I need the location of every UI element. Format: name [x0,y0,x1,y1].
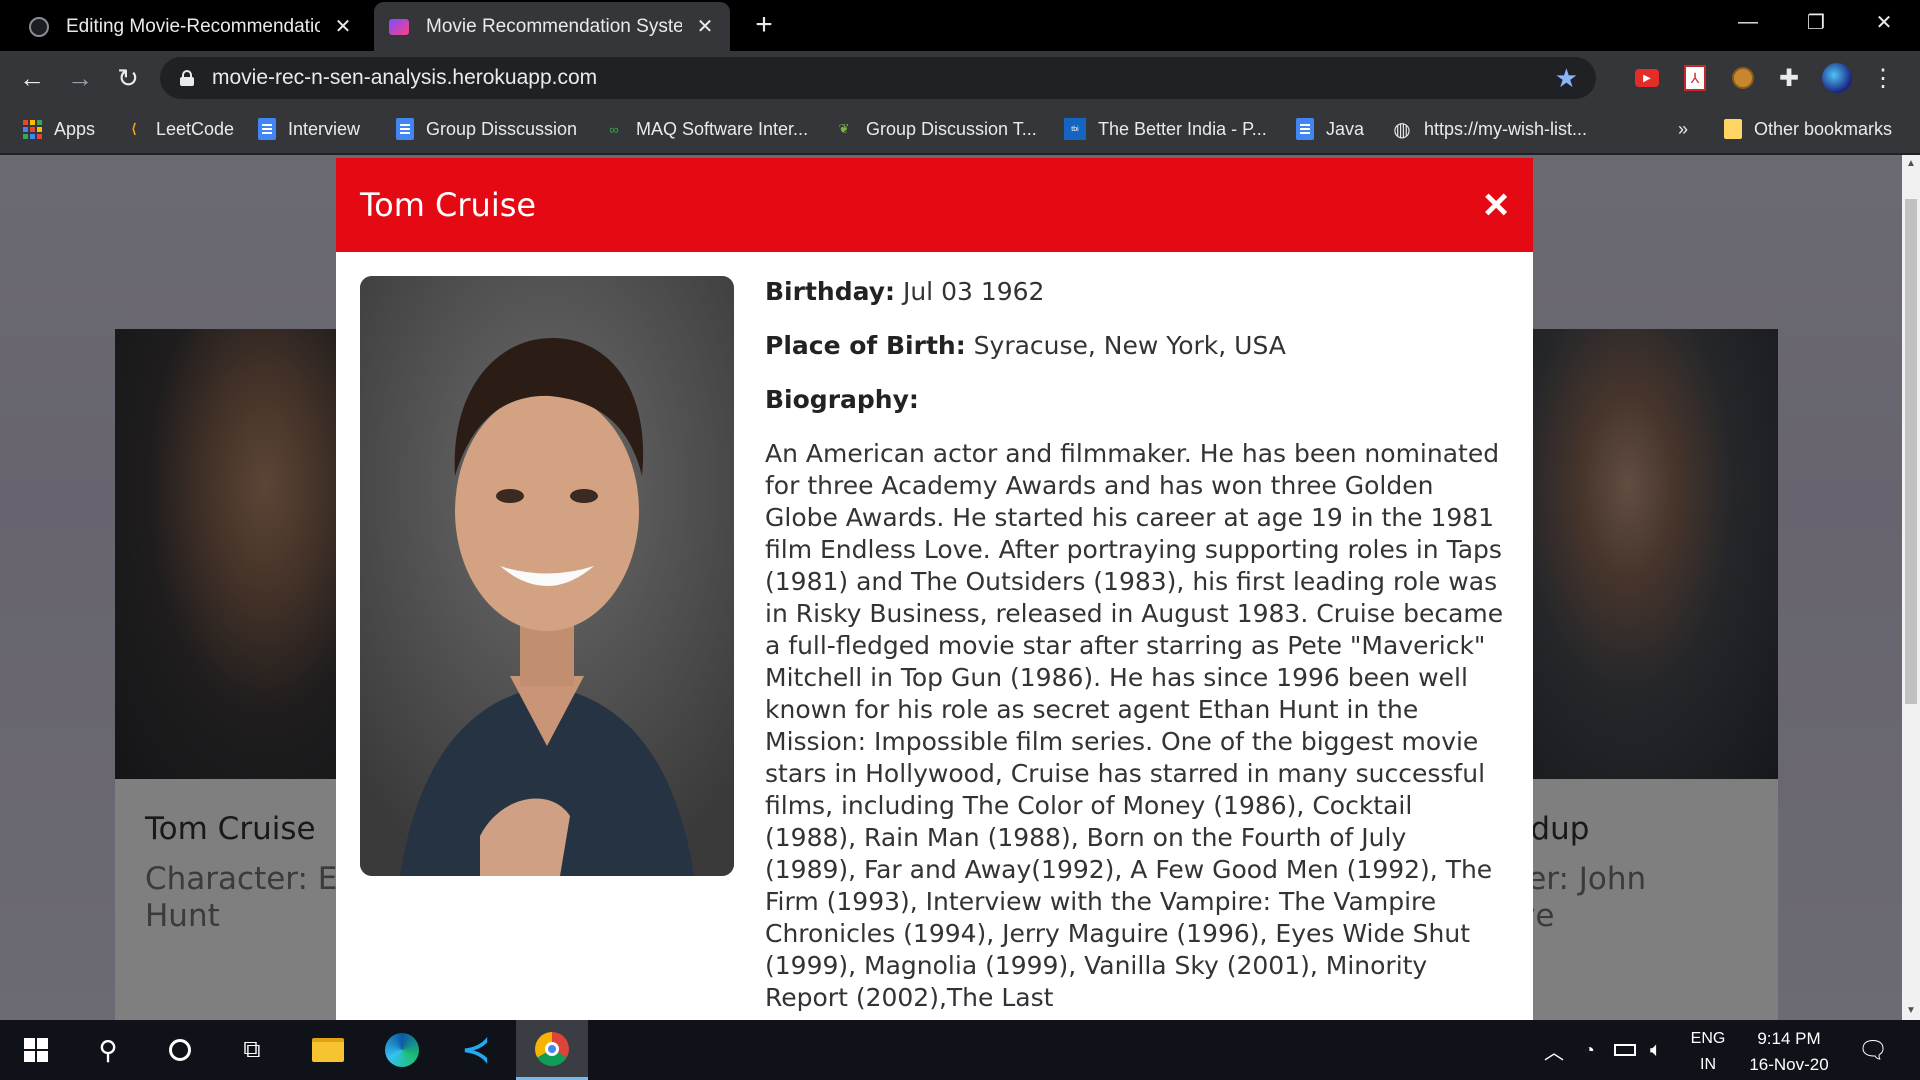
bookmark-wish-list[interactable]: ◍ https://my-wish-list... [1392,104,1587,154]
bookmark-label: The Better India - P... [1098,118,1267,139]
docs-icon [396,118,414,140]
birthplace-label: Place of Birth: [765,331,966,360]
github-icon [28,16,50,38]
search-icon[interactable]: ⚲ [72,1020,144,1080]
bookmark-label: Apps [54,118,96,139]
tab-editing-repo[interactable]: Editing Movie-Recommendation ✕ [14,2,368,51]
bookmark-maq-software[interactable]: ∞ MAQ Software Inter... [604,104,808,154]
close-icon[interactable]: × [1483,183,1509,227]
tab-title: Movie Recommendation System [426,15,682,37]
birthplace-row: Place of Birth: Syracuse, New York, USA [765,330,1505,362]
tab-movie-recommendation[interactable]: Movie Recommendation System ✕ [374,2,730,51]
docs-icon [1296,118,1314,140]
scroll-up-arrow[interactable]: ▲ [1902,155,1920,173]
bookmark-interview[interactable]: Interview [258,104,360,154]
leaf-icon: ❦ [838,121,850,136]
leetcode-icon: ⟨ [131,121,137,136]
show-hidden-icons-chevron-icon[interactable]: ︿ [1544,1020,1564,1080]
youtube-extension-icon[interactable]: ▶ [1632,63,1662,93]
forward-button[interactable]: → [62,60,98,96]
docs-icon [258,118,276,140]
close-tab-icon[interactable]: ✕ [694,14,716,39]
biography-heading: Biography: [765,384,1505,416]
address-bar[interactable]: movie-rec-n-sen-analysis.herokuapp.com ★ [160,57,1596,99]
bookmark-label: Other bookmarks [1754,118,1893,139]
bookmark-label: LeetCode [156,118,235,139]
birthday-row: Birthday: Jul 03 1962 [765,276,1505,308]
birthplace-value: Syracuse, New York, USA [973,331,1286,360]
url-text[interactable]: movie-rec-n-sen-analysis.herokuapp.com [212,66,597,90]
scroll-down-arrow[interactable]: ▼ [1902,1002,1920,1020]
bookmarks-bar: Apps ⟨ LeetCode Interview Group Disscuss… [0,104,1920,154]
better-india-icon: tbi [1064,118,1086,140]
battery-icon[interactable] [1614,1020,1636,1080]
close-window-button[interactable]: ✕ [1854,0,1914,44]
bookmark-label: Group Discussion T... [866,118,1037,139]
profile-avatar[interactable] [1822,63,1852,93]
file-explorer-icon[interactable] [292,1020,364,1080]
chrome-icon[interactable] [516,1020,588,1080]
bookmark-label: MAQ Software Inter... [636,118,809,139]
bookmark-java[interactable]: Java [1296,104,1364,154]
reload-button[interactable]: ↻ [110,60,146,96]
system-clock[interactable]: 9:14 PM 16-Nov-20 [1734,1026,1844,1078]
task-view-icon[interactable]: ⧉ [216,1020,288,1080]
clock-date: 16-Nov-20 [1749,1055,1829,1074]
app-icon [388,16,410,38]
bookmarks-overflow-button[interactable]: » [1678,104,1688,154]
windows-taskbar: ⚲ ⧉ ≺ ︿ ◔ 🔈︎ ENG IN 9:14 PM 16-Nov-20 🗨︎ [0,1020,1920,1080]
folder-icon [1724,119,1742,139]
browser-toolbar: ← → ↻ movie-rec-n-sen-analysis.herokuapp… [0,51,1920,104]
bookmark-apps[interactable]: Apps [22,104,95,154]
back-button[interactable]: ← [14,60,50,96]
language-indicator[interactable]: ENG IN [1686,1026,1730,1078]
start-button[interactable] [0,1020,72,1080]
cortana-icon[interactable] [144,1020,216,1080]
browser-tab-strip: Editing Movie-Recommendation ✕ Movie Rec… [0,0,1920,51]
restore-window-button[interactable]: ❐ [1786,0,1846,44]
bookmark-group-disscussion[interactable]: Group Disscussion [396,104,577,154]
wifi-icon[interactable]: ◔ [1584,1020,1595,1080]
bookmark-label: https://my-wish-list... [1424,118,1588,139]
extensions-puzzle-icon[interactable]: ✚ [1774,63,1804,93]
bookmark-label: Group Disscussion [426,118,578,139]
actor-details: Birthday: Jul 03 1962 Place of Birth: Sy… [765,276,1505,1023]
bookmark-group-discussion-topics[interactable]: ❦ Group Discussion T... [834,104,1037,154]
modal-header: Tom Cruise × [336,158,1533,252]
bookmark-better-india[interactable]: tbi The Better India - P... [1064,104,1267,154]
other-bookmarks[interactable]: Other bookmarks [1724,104,1892,154]
region-code: IN [1700,1056,1716,1073]
modal-title: Tom Cruise [360,186,537,224]
actor-details-modal: Tom Cruise × Birthday: Jul 03 1962 Place… [336,158,1533,1023]
birthday-value: Jul 03 1962 [902,277,1045,306]
clock-time: 9:14 PM [1757,1029,1821,1048]
globe-icon: ◍ [1393,118,1411,141]
minimize-window-button[interactable]: — [1718,0,1778,44]
bookmark-star-icon[interactable]: ★ [1555,63,1578,94]
apps-grid-icon [22,119,42,139]
biography-label: Biography: [765,385,919,414]
volume-icon[interactable]: 🔈︎ [1650,1020,1662,1080]
notifications-icon[interactable]: 🗨︎ [1858,1020,1888,1080]
tab-title: Editing Movie-Recommendation [66,15,320,37]
scrollbar-thumb[interactable] [1905,199,1917,704]
birthday-label: Birthday: [765,277,895,306]
new-tab-button[interactable]: + [748,8,780,42]
page-scrollbar[interactable]: ▲ ▼ [1902,155,1920,1020]
language-code: ENG [1690,1030,1726,1047]
close-tab-icon[interactable]: ✕ [332,14,354,39]
maq-icon: ∞ [609,121,619,137]
pdf-extension-icon[interactable]: ⅄ [1680,63,1710,93]
bookmark-leetcode[interactable]: ⟨ LeetCode [124,104,234,154]
biography-text: An American actor and filmmaker. He has … [765,439,1504,1012]
lock-icon[interactable] [180,70,194,86]
windows-logo-icon [24,1038,48,1062]
actor-photo [360,276,734,876]
vscode-icon[interactable]: ≺ [440,1020,512,1080]
cookie-extension-icon[interactable] [1728,63,1758,93]
browser-menu-icon[interactable]: ⋮ [1868,63,1898,93]
bookmark-label: Interview [288,118,361,139]
bookmark-label: Java [1326,118,1365,139]
edge-browser-icon[interactable] [366,1020,438,1080]
